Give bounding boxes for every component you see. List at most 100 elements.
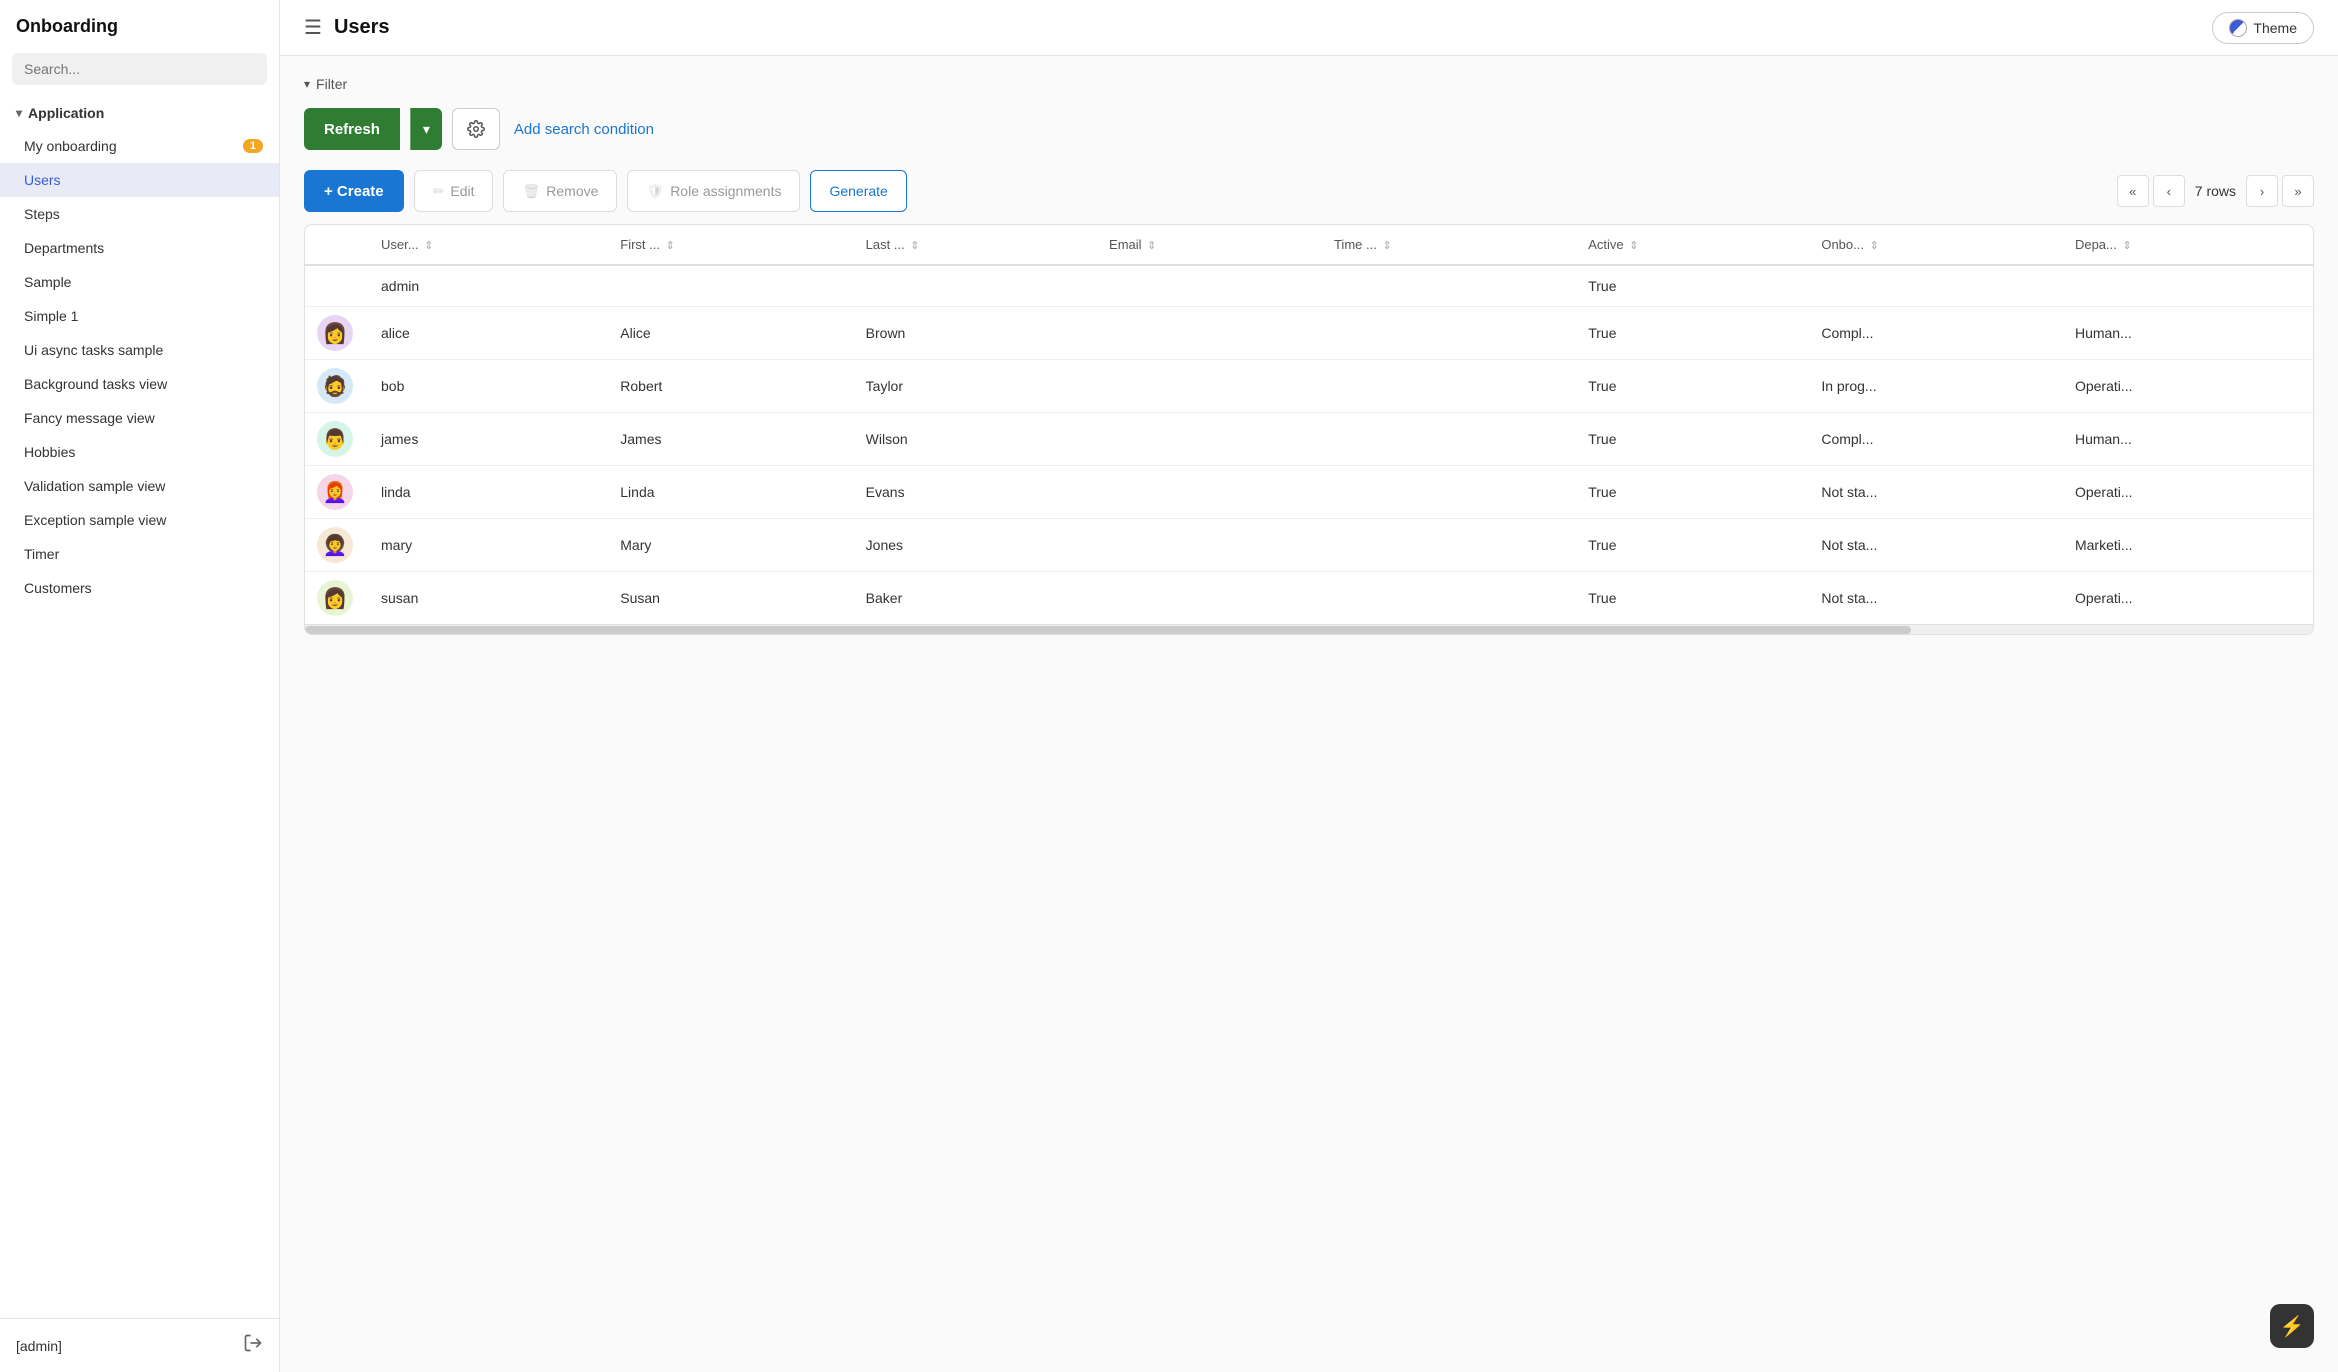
table-cell: Marketi... xyxy=(2059,519,2313,572)
topbar: ☰ Users Theme xyxy=(280,0,2338,56)
col-last[interactable]: Last ... ⇕ xyxy=(850,225,1093,265)
table-cell: True xyxy=(1572,572,1805,625)
sidebar-item-customers[interactable]: Customers xyxy=(0,571,279,605)
table-cell: bob xyxy=(365,360,604,413)
avatar-cell: 👩 xyxy=(305,572,365,625)
generate-button[interactable]: Generate xyxy=(810,170,906,212)
col-active[interactable]: Active ⇕ xyxy=(1572,225,1805,265)
remove-button[interactable]: 🗑 Remove xyxy=(503,170,617,212)
col-time[interactable]: Time ... ⇕ xyxy=(1318,225,1572,265)
table-cell xyxy=(1093,360,1318,413)
col-avatar xyxy=(305,225,365,265)
table-cell: Human... xyxy=(2059,413,2313,466)
current-user-label: [admin] xyxy=(16,1338,62,1354)
table-cell: Jones xyxy=(850,519,1093,572)
table-cell: True xyxy=(1572,307,1805,360)
first-page-button[interactable]: « xyxy=(2117,175,2149,207)
col-onboarding[interactable]: Onbo... ⇕ xyxy=(1805,225,2059,265)
sidebar-item-ui-async[interactable]: Ui async tasks sample xyxy=(0,333,279,367)
refresh-dropdown-button[interactable]: ▾ xyxy=(410,108,442,150)
table-cell: Brown xyxy=(850,307,1093,360)
table-cell: Mary xyxy=(604,519,849,572)
table-row[interactable]: 👨jamesJamesWilsonTrueCompl...Human... xyxy=(305,413,2313,466)
sidebar-item-fancy[interactable]: Fancy message view xyxy=(0,401,279,435)
table-cell: linda xyxy=(365,466,604,519)
table-cell: Not sta... xyxy=(1805,519,2059,572)
hamburger-icon[interactable]: ☰ xyxy=(304,15,322,40)
sidebar-item-label: My onboarding xyxy=(24,138,117,154)
col-department[interactable]: Depa... ⇕ xyxy=(2059,225,2313,265)
sidebar-item-label: Customers xyxy=(24,580,92,596)
table-row[interactable]: 👩‍🦱maryMaryJonesTrueNot sta...Marketi... xyxy=(305,519,2313,572)
table-cell: In prog... xyxy=(1805,360,2059,413)
table-cell: Not sta... xyxy=(1805,572,2059,625)
col-email[interactable]: Email ⇕ xyxy=(1093,225,1318,265)
table-cell xyxy=(1318,519,1572,572)
sidebar-item-simple1[interactable]: Simple 1 xyxy=(0,299,279,333)
table-row[interactable]: 👩aliceAliceBrownTrueCompl...Human... xyxy=(305,307,2313,360)
table-row[interactable]: admin True xyxy=(305,265,2313,307)
sidebar-item-sample[interactable]: Sample xyxy=(0,265,279,299)
edit-button[interactable]: ✏ Edit xyxy=(414,170,494,212)
sidebar-item-label: Validation sample view xyxy=(24,478,165,494)
col-username[interactable]: User... ⇕ xyxy=(365,225,604,265)
sidebar-item-my-onboarding[interactable]: My onboarding 1 xyxy=(0,129,279,163)
table-cell: True xyxy=(1572,466,1805,519)
table-row[interactable]: 🧔bobRobertTaylorTrueIn prog...Operati... xyxy=(305,360,2313,413)
sidebar-item-timer[interactable]: Timer xyxy=(0,537,279,571)
remove-label: Remove xyxy=(546,183,598,199)
table-cell xyxy=(1093,265,1318,307)
sidebar-item-exception[interactable]: Exception sample view xyxy=(0,503,279,537)
theme-button[interactable]: Theme xyxy=(2212,12,2314,44)
table-cell xyxy=(1318,307,1572,360)
table-cell xyxy=(1093,413,1318,466)
filter-toggle[interactable]: ▾ Filter xyxy=(304,76,347,92)
table-actions: + Create ✏ Edit 🗑 Remove 🛡 Role assignme… xyxy=(304,170,2314,212)
refresh-button[interactable]: Refresh xyxy=(304,108,400,150)
add-condition-button[interactable]: Add search condition xyxy=(510,121,658,138)
logout-icon[interactable] xyxy=(243,1333,263,1358)
next-page-button[interactable]: › xyxy=(2246,175,2278,207)
table-cell: Operati... xyxy=(2059,572,2313,625)
table-cell xyxy=(1093,572,1318,625)
sidebar-item-departments[interactable]: Departments xyxy=(0,231,279,265)
search-input[interactable] xyxy=(12,53,267,85)
table-cell xyxy=(604,265,849,307)
horizontal-scrollbar[interactable] xyxy=(305,624,2313,634)
table-cell xyxy=(1318,572,1572,625)
table-cell xyxy=(1318,466,1572,519)
chevron-down-icon: ▾ xyxy=(423,121,430,138)
prev-page-button[interactable]: ‹ xyxy=(2153,175,2185,207)
sidebar-item-label: Departments xyxy=(24,240,104,256)
table-cell: Not sta... xyxy=(1805,466,2059,519)
table-cell: Operati... xyxy=(2059,360,2313,413)
col-first[interactable]: First ... ⇕ xyxy=(604,225,849,265)
table-row[interactable]: 👩‍🦰lindaLindaEvansTrueNot sta...Operati.… xyxy=(305,466,2313,519)
table-cell: admin xyxy=(365,265,604,307)
table-cell xyxy=(1318,413,1572,466)
chevron-down-icon: ▾ xyxy=(16,106,22,120)
table-cell xyxy=(1318,265,1572,307)
main-content: ☰ Users Theme ▾ Filter Refresh ▾ xyxy=(280,0,2338,1372)
table-cell: True xyxy=(1572,265,1805,307)
sidebar-item-users[interactable]: Users xyxy=(0,163,279,197)
sidebar-item-label: Timer xyxy=(24,546,59,562)
sidebar-item-hobbies[interactable]: Hobbies xyxy=(0,435,279,469)
table-row[interactable]: 👩susanSusanBakerTrueNot sta...Operati... xyxy=(305,572,2313,625)
role-label: Role assignments xyxy=(670,183,781,199)
toolbar: Refresh ▾ Add search condition xyxy=(304,108,2314,150)
sidebar-section-application[interactable]: ▾ Application xyxy=(0,97,279,129)
fab-button[interactable]: ⚡ xyxy=(2270,1304,2314,1348)
sidebar-item-label: Background tasks view xyxy=(24,376,167,392)
role-assignments-button[interactable]: 🛡 Role assignments xyxy=(627,170,800,212)
sidebar-item-label: Steps xyxy=(24,206,60,222)
sidebar-item-background[interactable]: Background tasks view xyxy=(0,367,279,401)
settings-button[interactable] xyxy=(452,108,500,150)
sidebar-item-validation[interactable]: Validation sample view xyxy=(0,469,279,503)
create-button[interactable]: + Create xyxy=(304,170,404,212)
table-cell: james xyxy=(365,413,604,466)
sidebar-item-steps[interactable]: Steps xyxy=(0,197,279,231)
avatar-cell: 👩‍🦰 xyxy=(305,466,365,519)
last-page-button[interactable]: » xyxy=(2282,175,2314,207)
table-cell: Operati... xyxy=(2059,466,2313,519)
